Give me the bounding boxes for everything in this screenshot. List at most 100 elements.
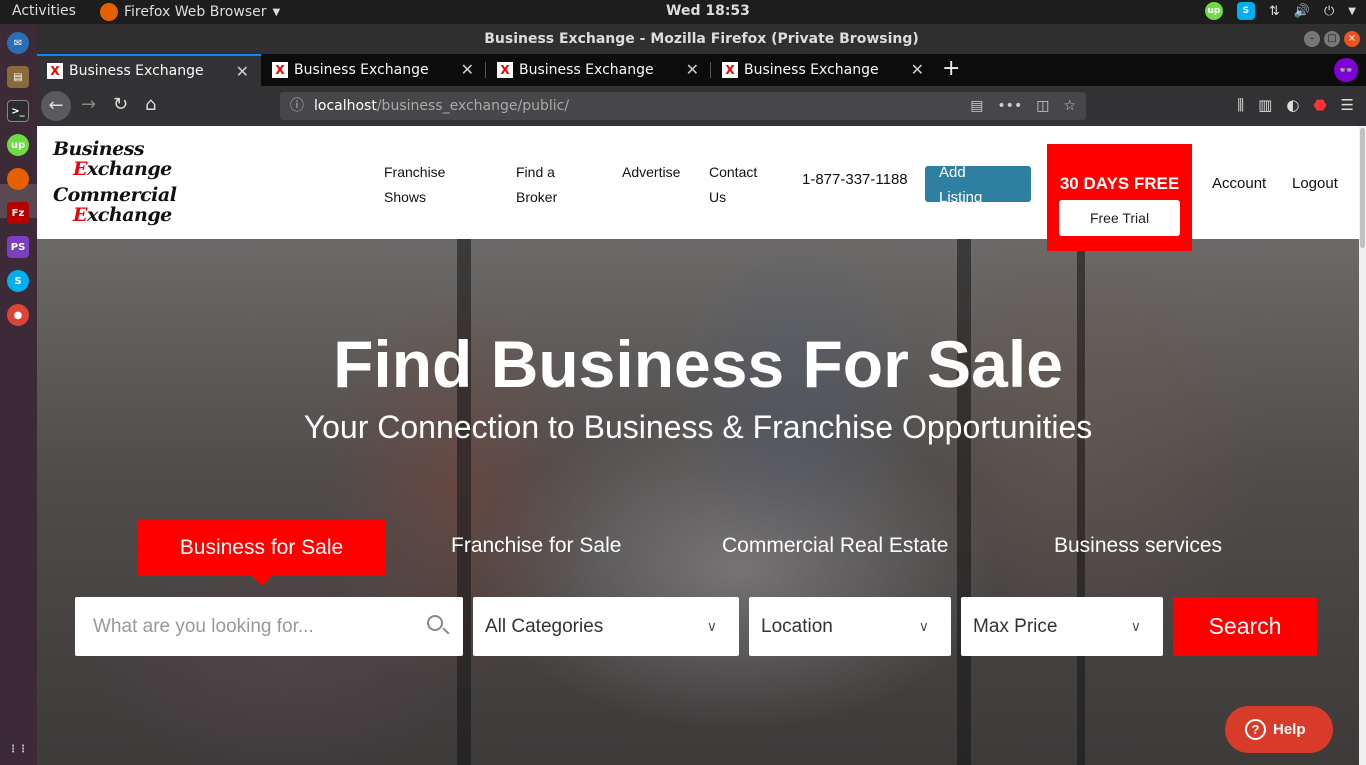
phpstorm-icon[interactable]: PS [7,236,29,258]
free-trial-button[interactable]: Free Trial [1059,200,1180,236]
close-icon[interactable]: × [1344,31,1360,47]
page-actions-icon[interactable]: ••• [997,92,1022,120]
menu-icon[interactable]: ☰ [1341,96,1354,114]
search-placeholder: What are you looking for... [93,616,314,637]
url-bar[interactable]: ⓘ localhost/business_exchange/public/ ▤ … [280,92,1086,120]
firefox-icon [100,3,118,21]
hero-section: Find Business For Sale Your Connection t… [37,239,1359,765]
favicon-icon: X [272,62,288,78]
phone-number[interactable]: 1-877-337-1188 [802,171,908,188]
background-pillar [957,239,971,765]
terminal-icon[interactable]: >_ [7,100,29,122]
nav-contact-us[interactable]: Contact Us [709,160,757,210]
tab-close-icon[interactable]: ✕ [461,60,474,79]
max-price-value: Max Price [973,616,1058,637]
nav-advertise[interactable]: Advertise [622,160,680,185]
activities-button[interactable]: Activities [12,3,76,19]
category-select[interactable]: All Categories ∨ [473,597,739,656]
tab-separator [485,62,486,78]
hero-title: Find Business For Sale [333,327,1063,401]
app-grid-icon[interactable]: ⋮⋮ [7,738,29,760]
search-input[interactable]: What are you looking for... [75,597,463,656]
system-tray: up S ⇅ 🔊 ⏻ ▼ [1204,2,1356,20]
app-menu-label: Firefox Web Browser [124,4,267,20]
add-listing-button[interactable]: Add Listing [925,166,1031,202]
tab-business-services[interactable]: Business services [1054,534,1222,558]
tab-label: Business Exchange [294,62,429,78]
reload-icon[interactable]: ↻ [113,94,128,115]
help-button[interactable]: ? Help [1225,706,1333,753]
adblock-icon[interactable]: ⬣ [1313,96,1326,114]
clock[interactable]: Wed 18:53 [666,3,750,19]
sidebar-icon[interactable]: ▥ [1258,96,1272,114]
tab-close-icon[interactable]: ✕ [686,60,699,79]
chevron-down-icon: ▼ [272,6,281,18]
filezilla-icon[interactable]: Fz [7,202,29,224]
pocket-icon[interactable]: ◫ [1036,92,1049,120]
nav-franchise-shows[interactable]: Franchise Shows [384,160,445,210]
location-value: Location [761,616,833,637]
tab-label: Business Exchange [69,63,204,79]
app-menu[interactable]: Firefox Web Browser ▼ [100,3,280,21]
browser-tab[interactable]: X Business Exchange ✕ [262,54,486,86]
power-icon[interactable]: ⏻ [1324,4,1334,19]
info-icon[interactable]: ⓘ [290,92,304,120]
chevron-down-icon: ∨ [1130,618,1141,634]
tab-close-icon[interactable]: ✕ [911,60,924,79]
tab-commercial-real-estate[interactable]: Commercial Real Estate [722,534,948,558]
logo-line-4: Exchange [73,204,172,226]
max-price-select[interactable]: Max Price ∨ [961,597,1163,656]
chrome-icon[interactable]: ● [7,304,29,326]
url-host: localhost [314,98,377,114]
skype-icon[interactable]: S [7,270,29,292]
chevron-down-icon: ∨ [706,618,717,634]
site-logo[interactable]: Business Exchange Commercial Exchange [51,138,201,230]
tab-close-icon[interactable]: ✕ [236,62,249,81]
forward-icon[interactable]: → [81,94,96,115]
thunderbird-icon[interactable]: ✉ [7,32,29,54]
logo-line-1: Business [53,138,145,160]
chevron-down-icon: ∨ [918,618,929,634]
library-icon[interactable]: ⫼ [1237,96,1244,114]
maximize-icon[interactable]: □ [1324,31,1340,47]
logout-link[interactable]: Logout [1292,175,1338,192]
window-controls: – □ × [1304,31,1360,47]
browser-tab[interactable]: X Business Exchange ✕ [37,54,261,86]
browser-tab[interactable]: X Business Exchange ✕ [487,54,711,86]
sync-icon[interactable]: ◐ [1286,96,1299,114]
logo-line-2: Exchange [73,158,172,180]
url-bar-actions: ▤ ••• ◫ ☆ [970,92,1076,120]
upwork-icon[interactable]: up [1204,2,1223,20]
tab-label: Business Exchange [519,62,654,78]
background-pillar [457,239,471,765]
scrollbar-thumb[interactable] [1360,128,1365,248]
volume-icon[interactable]: 🔊 [1294,4,1310,19]
upwork-icon[interactable]: up [7,134,29,156]
window-title: Business Exchange - Mozilla Firefox (Pri… [37,24,1366,54]
account-link[interactable]: Account [1212,175,1266,192]
url-path: /business_exchange/public/ [376,98,570,114]
help-label: Help [1273,721,1306,738]
background-pillar [1077,239,1085,765]
new-tab-icon[interactable]: + [942,56,960,81]
system-top-bar: Activities Firefox Web Browser ▼ Wed 18:… [0,0,1366,24]
category-value: All Categories [485,616,604,637]
search-button[interactable]: Search [1173,597,1317,656]
back-icon[interactable]: ← [41,91,71,121]
reader-view-icon[interactable]: ▤ [970,92,983,120]
skype-icon[interactable]: S [1236,2,1255,20]
tab-business-for-sale[interactable]: Business for Sale [138,519,385,586]
home-icon[interactable]: ⌂ [145,94,156,115]
page-scrollbar[interactable] [1359,126,1366,765]
files-icon[interactable]: ▤ [7,66,29,88]
tab-franchise-for-sale[interactable]: Franchise for Sale [451,534,621,558]
minimize-icon[interactable]: – [1304,31,1320,47]
nav-find-broker[interactable]: Find a Broker [516,160,557,210]
bookmark-star-icon[interactable]: ☆ [1063,92,1076,120]
browser-tab[interactable]: X Business Exchange ✕ [712,54,936,86]
firefox-icon[interactable] [7,168,29,190]
favicon-icon: X [722,62,738,78]
location-select[interactable]: Location ∨ [749,597,951,656]
chevron-down-icon[interactable]: ▼ [1348,6,1356,17]
network-icon[interactable]: ⇅ [1269,4,1280,19]
